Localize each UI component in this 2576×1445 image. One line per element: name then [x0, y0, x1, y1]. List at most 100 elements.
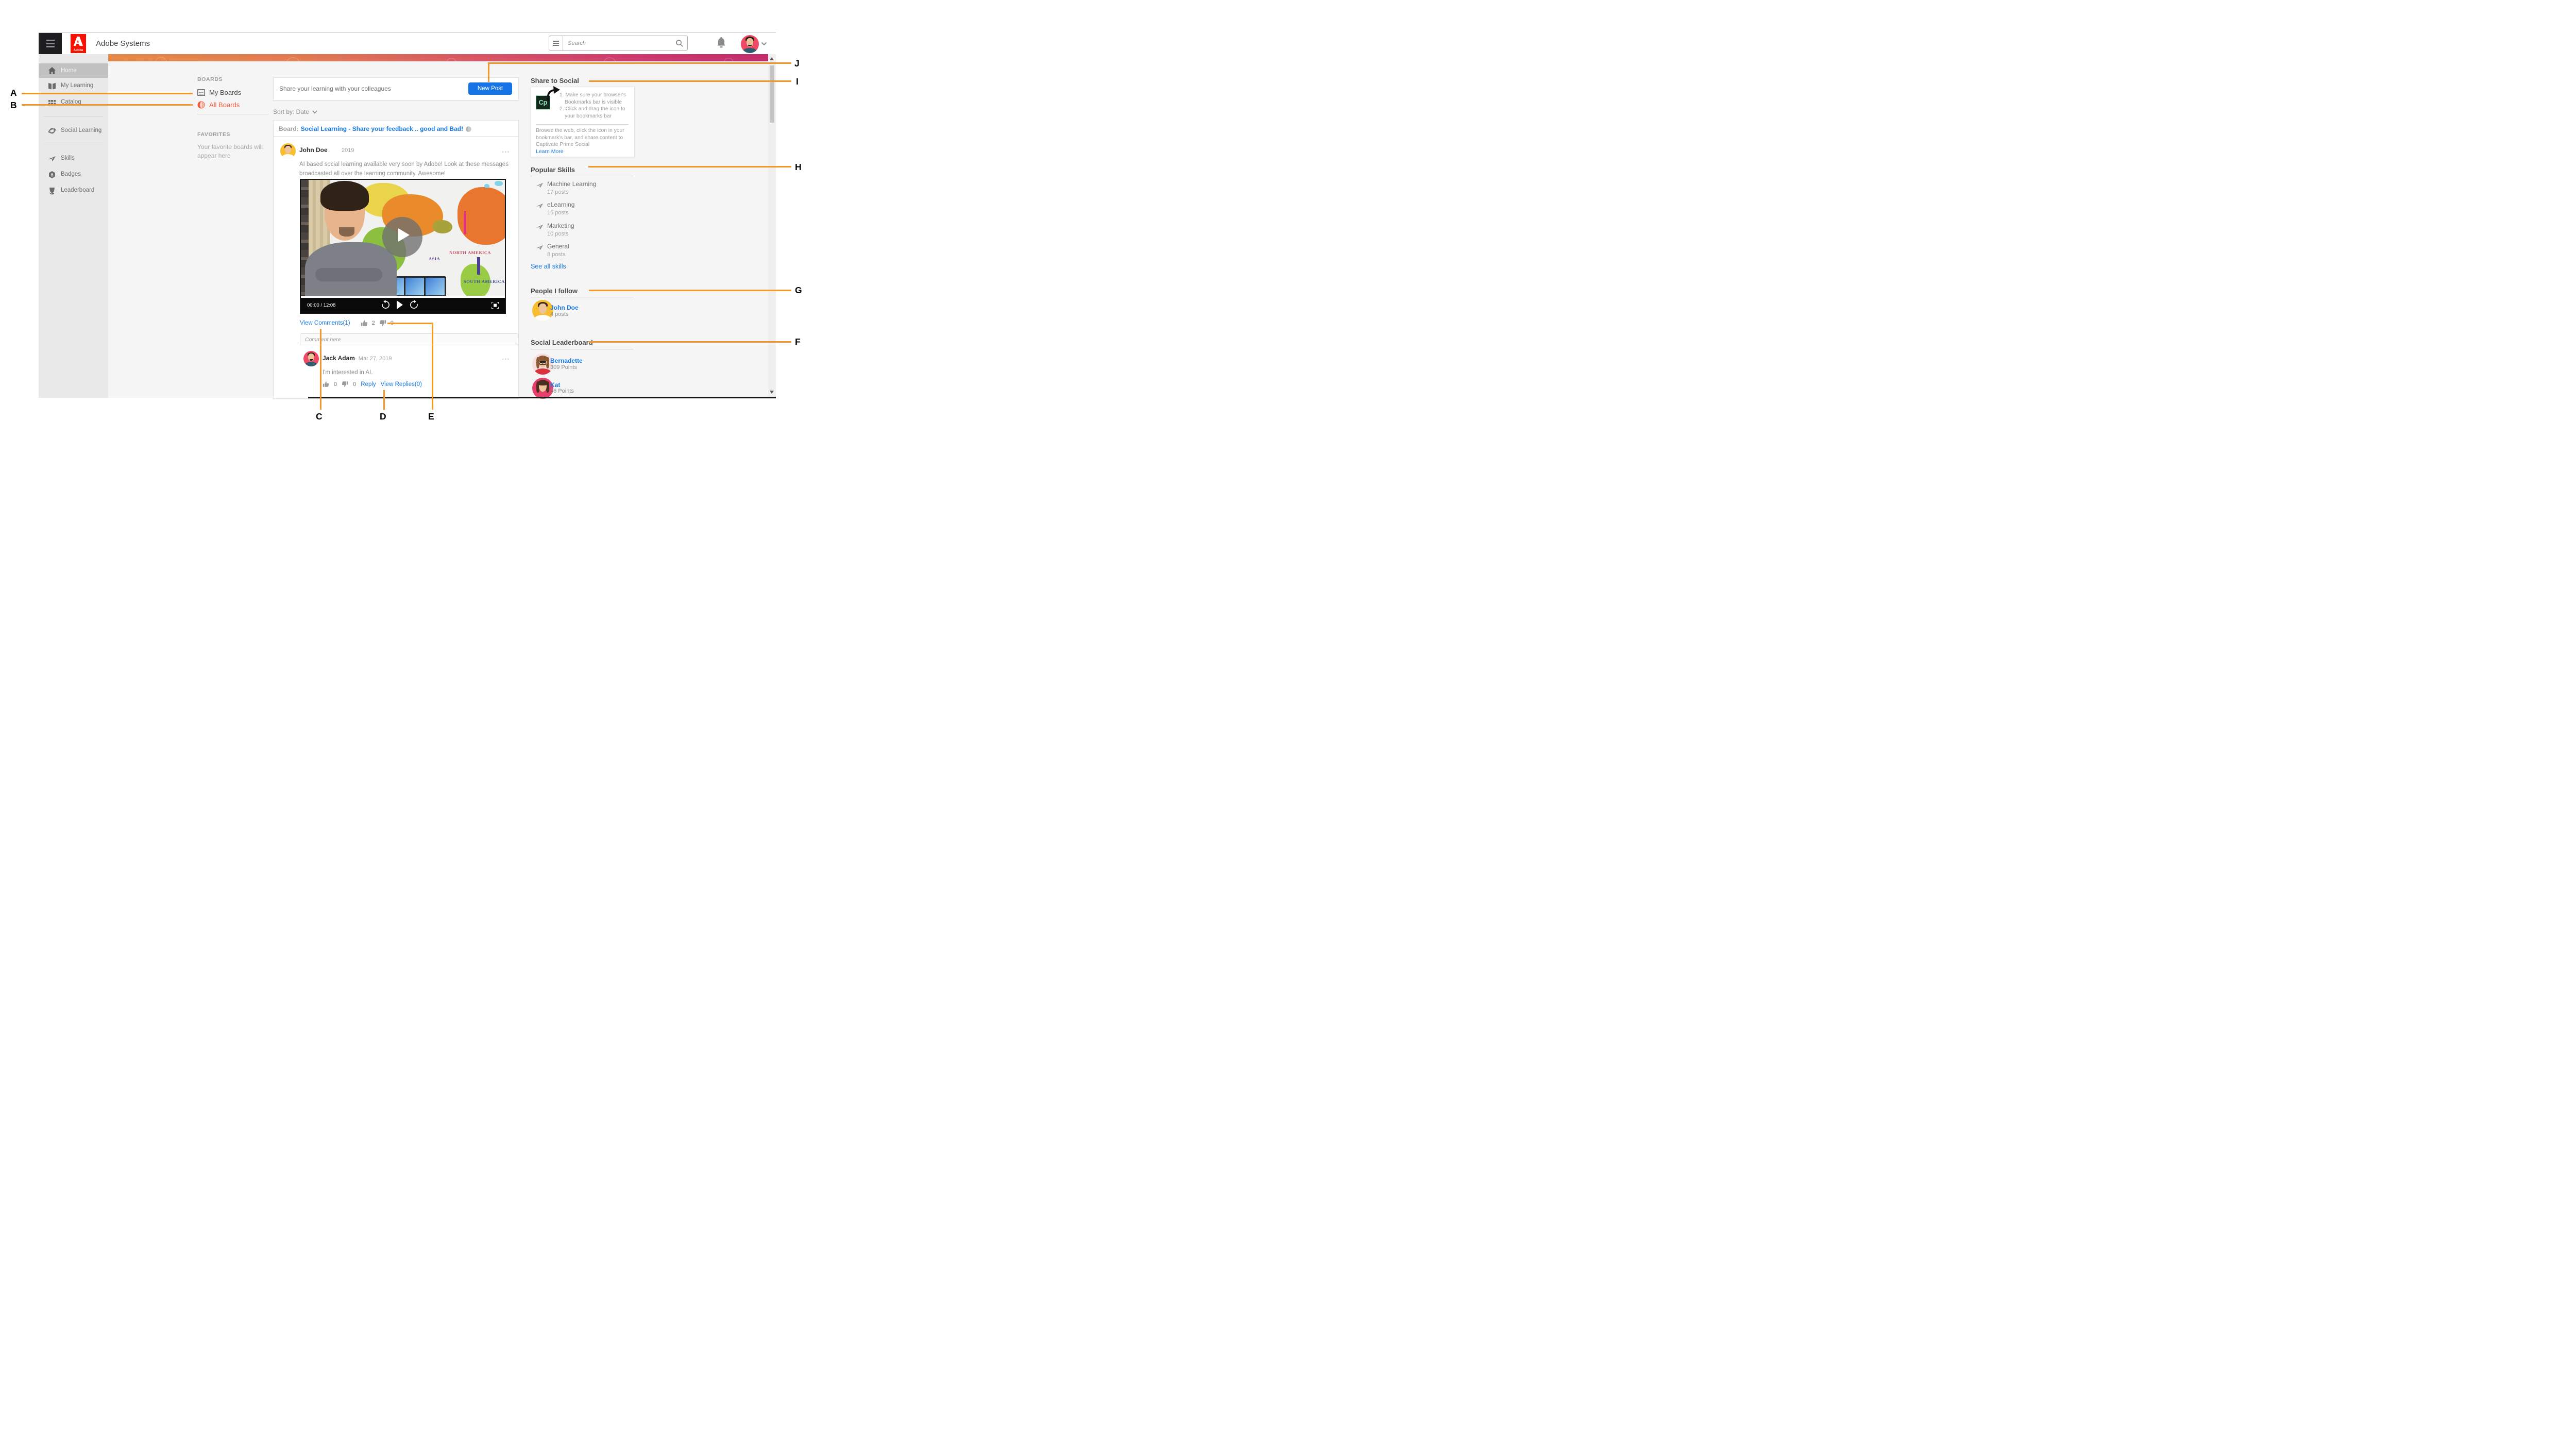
comment-menu-icon[interactable]: ••• — [502, 357, 510, 362]
rewind-10s-icon[interactable] — [381, 300, 390, 310]
post-menu-icon[interactable]: ••• — [502, 149, 510, 155]
adobe-logo-word: Adobe — [71, 49, 86, 52]
annotation-line-g — [589, 290, 791, 291]
comment-input[interactable] — [300, 333, 518, 345]
video-thumbnail: ASIA NORTH AMERICA SOUTH AMERICA — [301, 180, 505, 296]
profile-chevron-down-icon[interactable] — [761, 42, 767, 46]
paper-plane-icon — [536, 244, 544, 251]
annotation-letter-f: F — [795, 337, 801, 347]
search-icon[interactable] — [675, 39, 684, 47]
sidebar-item-my-learning[interactable]: My Learning — [39, 79, 108, 93]
post-author-avatar[interactable] — [280, 143, 296, 159]
presenter-hair — [320, 181, 369, 211]
globe-icon — [197, 101, 205, 109]
social-orbit-icon — [48, 127, 56, 135]
video-time: 00:00 / 12:08 — [307, 303, 335, 308]
adobe-a-icon — [73, 36, 84, 47]
skill-item-machine-learning[interactable]: Machine Learning 17 posts — [536, 180, 596, 195]
reply-link[interactable]: Reply — [361, 381, 376, 388]
sidebar-item-social-learning[interactable]: Social Learning — [39, 124, 108, 138]
banner-doodles — [108, 54, 768, 61]
home-icon — [48, 66, 56, 75]
hamburger-menu-button[interactable] — [39, 33, 62, 54]
book-icon — [48, 82, 56, 90]
annotation-line-e-horizontal — [387, 323, 433, 324]
annotation-letter-h: H — [795, 162, 802, 173]
skill-item-marketing[interactable]: Marketing 10 posts — [536, 222, 574, 237]
sidebar-item-home[interactable]: Home — [39, 63, 108, 78]
sidebar-item-skills[interactable]: Skills — [39, 153, 108, 164]
badge-icon — [48, 171, 56, 179]
annotation-line-i — [589, 80, 791, 82]
post-text-line1: AI based social learning available very … — [299, 161, 509, 167]
map-sea-shape — [433, 220, 452, 233]
annotation-line-a — [22, 93, 193, 94]
thumbs-up-icon[interactable] — [361, 320, 368, 327]
paper-plane-icon — [48, 155, 56, 163]
annotation-line-e-vertical — [432, 323, 433, 410]
thumbs-up-icon[interactable] — [323, 381, 329, 388]
sidebar-item-badges[interactable]: Badges — [39, 169, 108, 180]
profile-avatar[interactable] — [741, 35, 759, 53]
board-title-link[interactable]: Social Learning - Share your feedback ..… — [301, 125, 463, 132]
sidebar-item-leaderboard[interactable]: Leaderboard — [39, 184, 108, 196]
view-comments-link[interactable]: View Comments(1) — [300, 320, 350, 326]
annotation-line-f — [589, 341, 791, 343]
leaderboard-points-kat: 56 Points — [550, 388, 574, 394]
my-boards-link[interactable]: My Boards — [197, 89, 241, 96]
space-needle-icon — [477, 257, 480, 275]
scrollbar-thumb[interactable] — [770, 65, 774, 123]
forward-10s-icon[interactable] — [410, 300, 418, 310]
new-post-button[interactable]: New Post — [468, 82, 512, 95]
view-replies-link[interactable]: View Replies(0) — [381, 381, 422, 388]
comment-author-avatar[interactable] — [303, 351, 319, 366]
annotation-letter-i: I — [796, 76, 799, 87]
boards-heading: BOARDS — [197, 76, 223, 82]
play-button[interactable] — [382, 217, 422, 257]
video-play-icon[interactable] — [396, 300, 403, 309]
all-boards-link[interactable]: All Boards — [197, 101, 240, 109]
sort-by-control[interactable]: Sort by: Date — [273, 108, 317, 115]
leaderboard-name-kat[interactable]: Kat — [550, 381, 560, 389]
post-author-name[interactable]: John Doe — [299, 146, 328, 154]
search-scope-menu[interactable] — [549, 36, 563, 50]
hamburger-icon — [46, 40, 55, 41]
skill-item-elearning[interactable]: eLearning 15 posts — [536, 201, 574, 216]
scrollbar-up-icon[interactable] — [770, 57, 774, 60]
page-scrollbar[interactable] — [768, 54, 776, 398]
video-player[interactable]: ASIA NORTH AMERICA SOUTH AMERICA 00:00 /… — [300, 179, 506, 314]
scrollbar-down-icon[interactable] — [770, 391, 774, 394]
comment-text: I'm interested in AI. — [323, 369, 372, 376]
followed-person-name[interactable]: John Doe — [550, 304, 579, 311]
post-card: Board: Social Learning - Share your feed… — [273, 120, 519, 399]
video-control-bar: 00:00 / 12:08 — [301, 298, 505, 313]
see-all-skills-link[interactable]: See all skills — [531, 263, 566, 270]
post-text-line2: broadcasted all over the learning commun… — [299, 171, 446, 177]
leaderboard-points-bernadette: 309 Points — [550, 364, 577, 371]
learn-more-link[interactable]: Learn More — [536, 148, 564, 155]
presenter-arms — [315, 268, 382, 281]
annotation-letter-a: A — [10, 88, 17, 98]
notifications-bell-icon[interactable] — [716, 37, 726, 48]
sort-by-label: Sort by: Date — [273, 108, 309, 115]
leaderboard-name-bernadette[interactable]: Bernadette — [550, 357, 583, 364]
skill-item-general[interactable]: General 8 posts — [536, 243, 569, 258]
annotation-line-b — [22, 104, 193, 106]
sidebar-item-catalog[interactable]: Catalog — [39, 96, 108, 109]
popular-skills-heading: Popular Skills — [531, 166, 575, 174]
board-globe-icon — [465, 126, 472, 132]
glasses-icon — [539, 361, 547, 364]
annotation-line-h — [588, 166, 791, 167]
share-to-social-description: Browse the web, click the icon in your b… — [536, 127, 631, 148]
comment-author-name[interactable]: Jack Adam — [323, 355, 355, 362]
board-title-row: Board: Social Learning - Share your feed… — [279, 125, 472, 132]
annotation-line-d — [383, 390, 385, 410]
thumbs-down-icon[interactable] — [342, 381, 348, 388]
map-label-north-america: NORTH AMERICA — [449, 250, 486, 255]
fullscreen-icon[interactable] — [492, 302, 499, 309]
adobe-logo[interactable]: Adobe — [71, 34, 86, 53]
presenter-beard — [339, 227, 354, 237]
search-box[interactable]: Search — [549, 36, 688, 51]
search-input[interactable]: Search — [568, 40, 675, 46]
thumbs-down-icon[interactable] — [379, 320, 386, 327]
